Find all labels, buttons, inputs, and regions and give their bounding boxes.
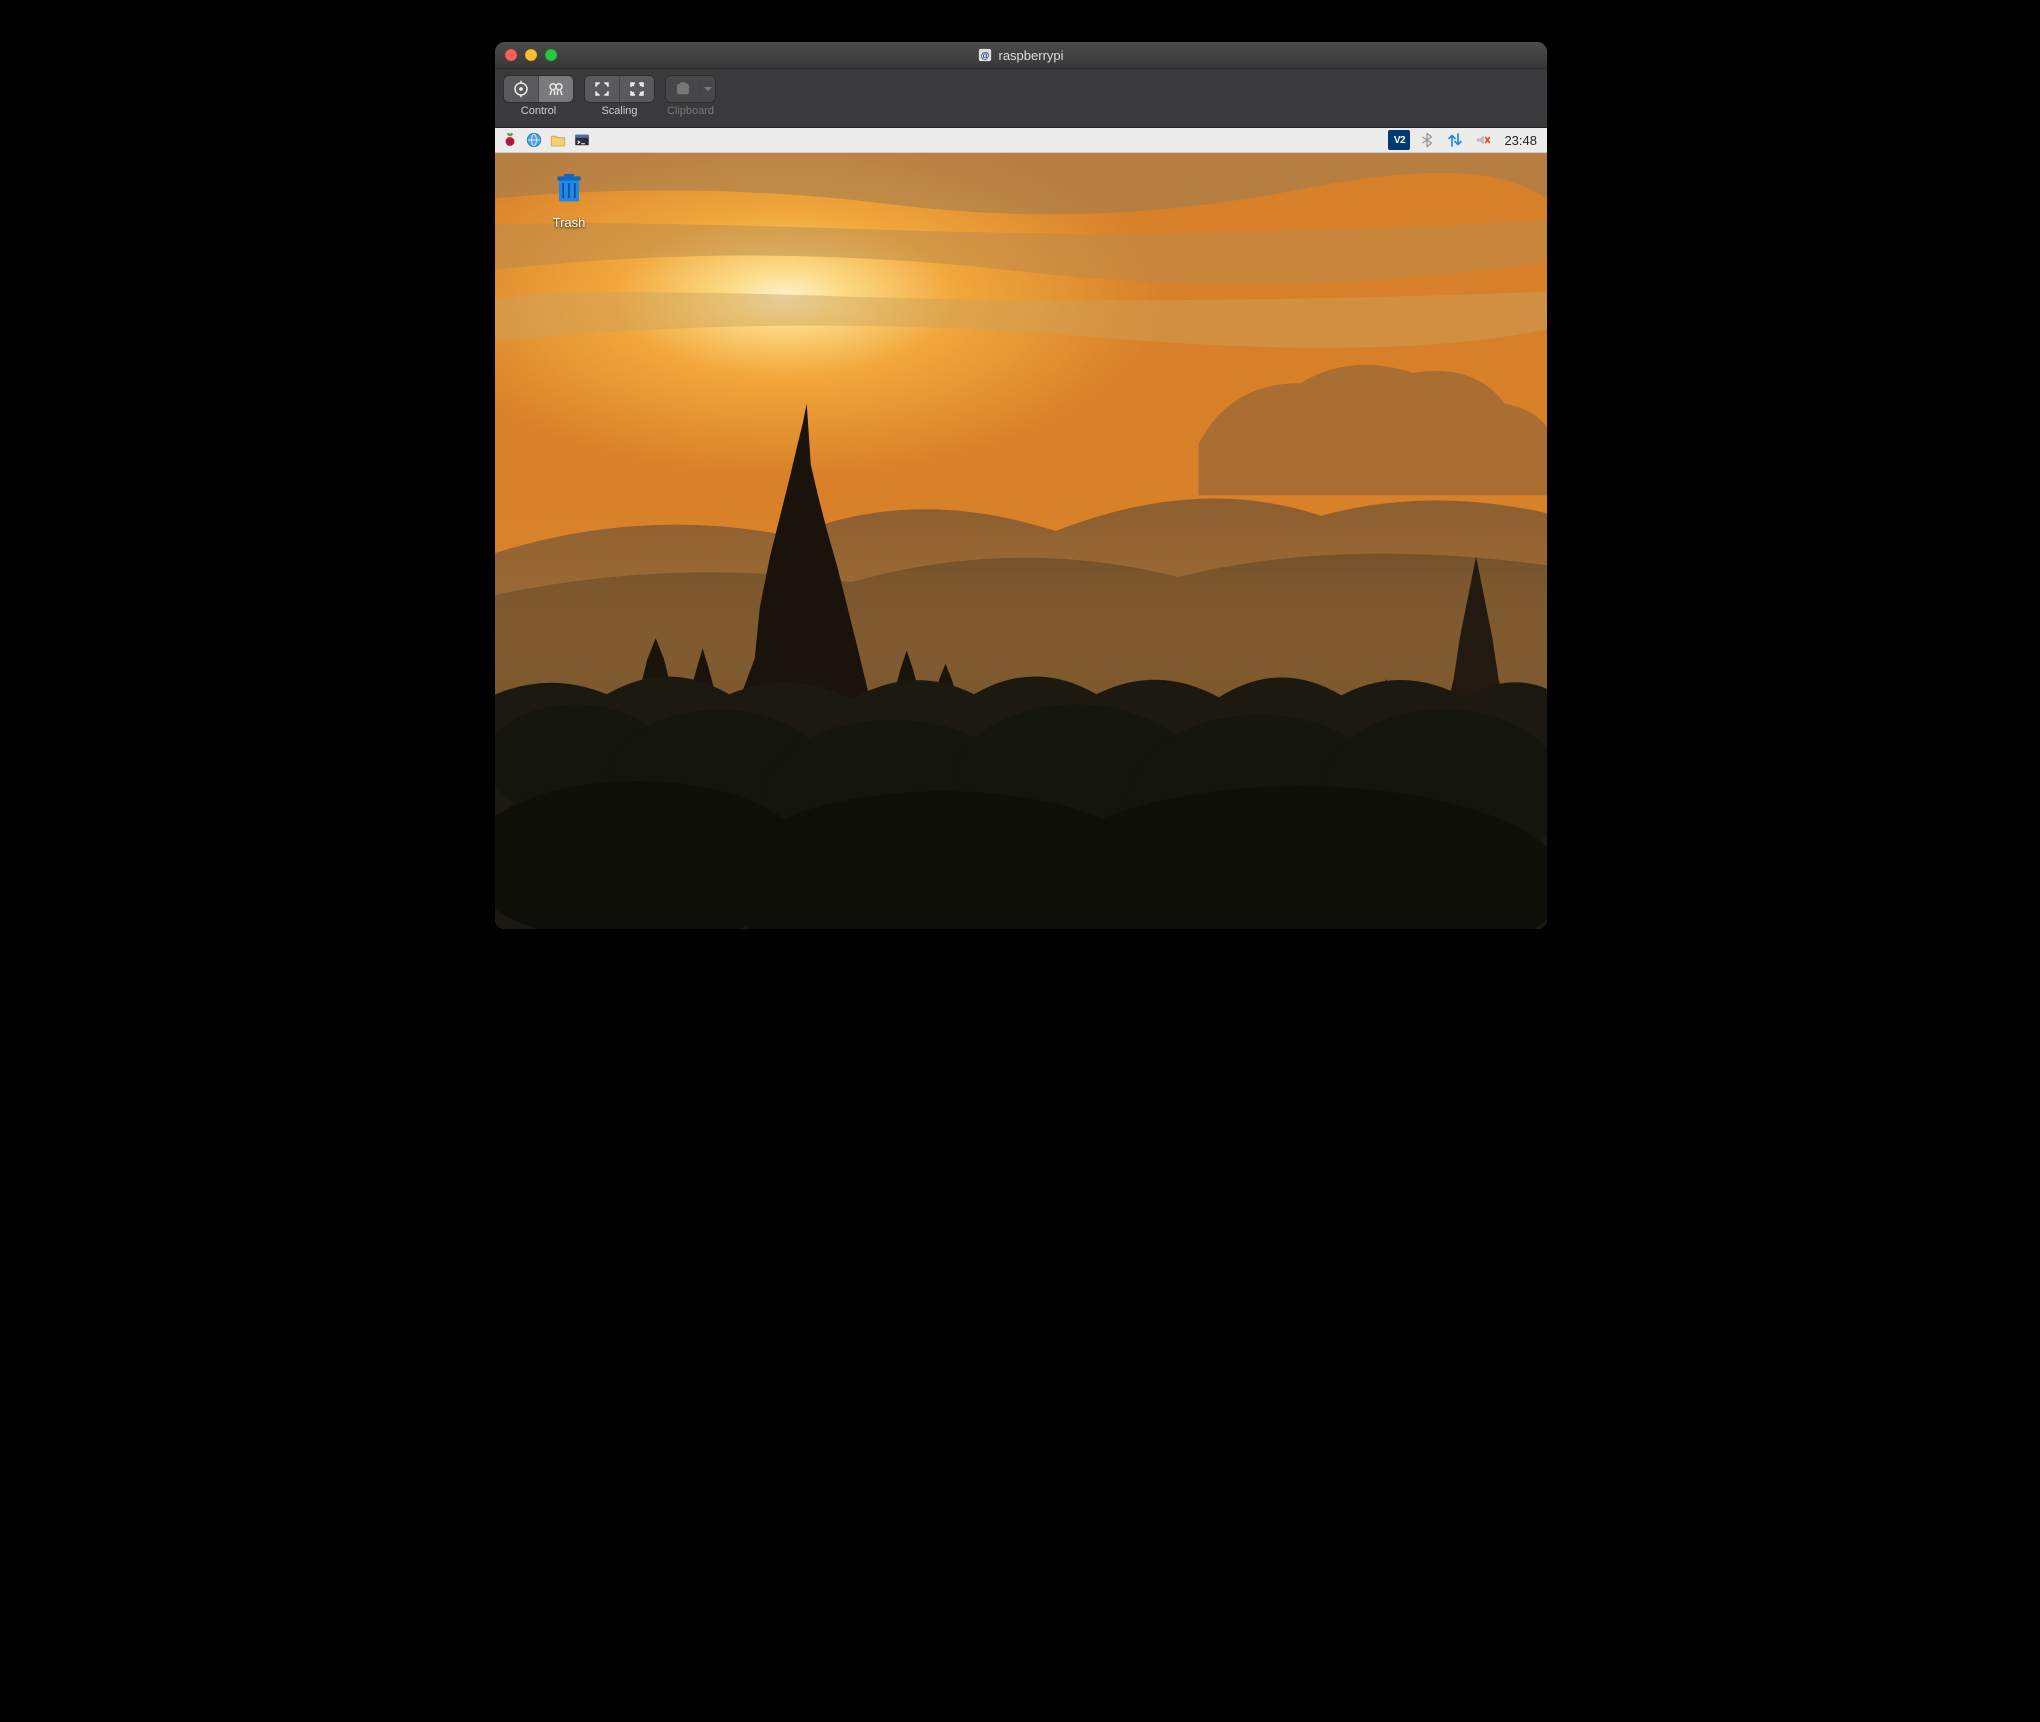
- folder-icon: [549, 131, 567, 149]
- minimize-button[interactable]: [525, 49, 537, 61]
- scaling-label: Scaling: [601, 105, 637, 117]
- traffic-lights: [505, 49, 557, 61]
- zoom-button[interactable]: [545, 49, 557, 61]
- titlebar: @ raspberrypi: [495, 42, 1547, 69]
- svg-text:@: @: [981, 51, 990, 61]
- wallpaper: [495, 128, 1547, 929]
- terminal-icon: [573, 131, 591, 149]
- vnc-toolbar: Control Scaling: [495, 69, 1547, 128]
- rpi-panel: V2: [495, 128, 1547, 153]
- control-pointer-button[interactable]: [504, 76, 539, 102]
- clipboard-label: Clipboard: [667, 105, 714, 117]
- clipboard-dropdown[interactable]: [701, 76, 715, 102]
- scaling-actual-button[interactable]: [620, 76, 654, 102]
- trash-label: Trash: [529, 215, 609, 230]
- terminal-button[interactable]: [571, 129, 593, 151]
- control-view-button[interactable]: [539, 76, 573, 102]
- close-button[interactable]: [505, 49, 517, 61]
- network-button[interactable]: [1444, 129, 1466, 151]
- vnc-app-icon: @: [978, 48, 992, 62]
- web-browser-button[interactable]: [523, 129, 545, 151]
- scaling-group: Scaling: [584, 75, 655, 117]
- vnc-server-indicator[interactable]: V2: [1388, 130, 1410, 150]
- control-label: Control: [521, 105, 556, 117]
- file-manager-button[interactable]: [547, 129, 569, 151]
- control-group: Control: [503, 75, 574, 117]
- globe-icon: [525, 131, 543, 149]
- network-updown-icon: [1446, 131, 1464, 149]
- window-title: @ raspberrypi: [495, 48, 1547, 63]
- clipboard-button[interactable]: [666, 76, 701, 102]
- bluetooth-icon: [1418, 131, 1436, 149]
- clipboard-group: Clipboard: [665, 75, 716, 117]
- rpi-menu-button[interactable]: [499, 129, 521, 151]
- clock[interactable]: 23:48: [1504, 133, 1537, 148]
- trash-desktop-icon[interactable]: Trash: [529, 168, 609, 230]
- volume-button[interactable]: [1472, 129, 1494, 151]
- audio-muted-icon: [1474, 131, 1492, 149]
- vnc-window: @ raspberrypi Control: [495, 42, 1547, 929]
- bluetooth-button[interactable]: [1416, 129, 1438, 151]
- trash-icon: [549, 168, 589, 208]
- scaling-fit-button[interactable]: [585, 76, 620, 102]
- raspberry-icon: [501, 131, 519, 149]
- remote-desktop[interactable]: V2: [495, 128, 1547, 929]
